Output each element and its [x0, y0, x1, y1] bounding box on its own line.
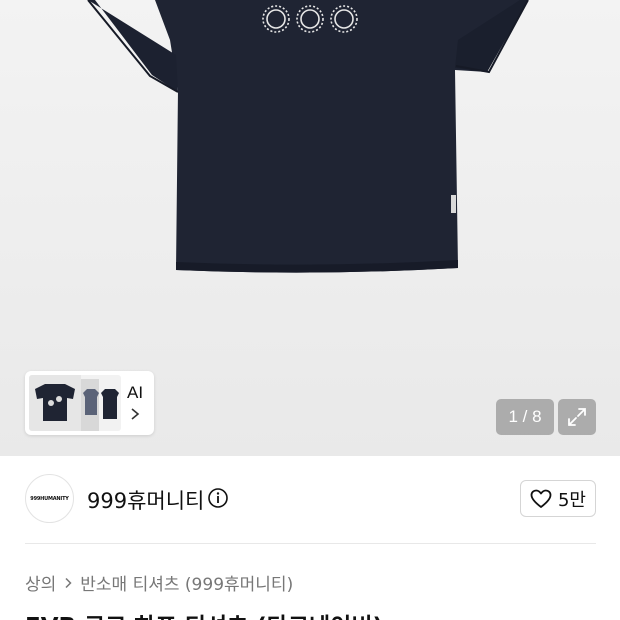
heart-icon [530, 489, 552, 508]
seller-logo[interactable]: 999HUMANITY [25, 474, 74, 523]
ai-recommend-card[interactable]: AI [25, 371, 154, 435]
divider [25, 543, 596, 544]
like-count: 5만 [557, 489, 586, 511]
expand-button[interactable] [558, 399, 596, 435]
seller-name[interactable]: 999휴머니티 [87, 485, 204, 515]
product-title: EVB 로고 하프 티셔츠 (다크네이비) [25, 607, 383, 620]
ai-label: AI [127, 383, 144, 402]
product-image-gallery[interactable]: AI 1 / 8 [0, 0, 620, 456]
info-icon[interactable] [207, 487, 229, 509]
like-button[interactable]: 5만 [520, 480, 596, 517]
seller-logo-text: 999HUMANITY [30, 495, 69, 502]
breadcrumb-item-category[interactable]: 반소매 티셔츠 (999휴머니티) [80, 570, 293, 595]
breadcrumb-item-top[interactable]: 상의 [25, 570, 56, 595]
expand-icon [568, 408, 586, 426]
ai-thumbnail [29, 375, 121, 431]
chevron-right-icon [65, 577, 72, 588]
breadcrumb: 상의 반소매 티셔츠 (999휴머니티) [25, 570, 293, 595]
image-counter: 1 / 8 [496, 399, 554, 435]
chevron-right-icon [131, 408, 140, 420]
seller-row: 999HUMANITY 999휴머니티 5만 [0, 456, 620, 544]
